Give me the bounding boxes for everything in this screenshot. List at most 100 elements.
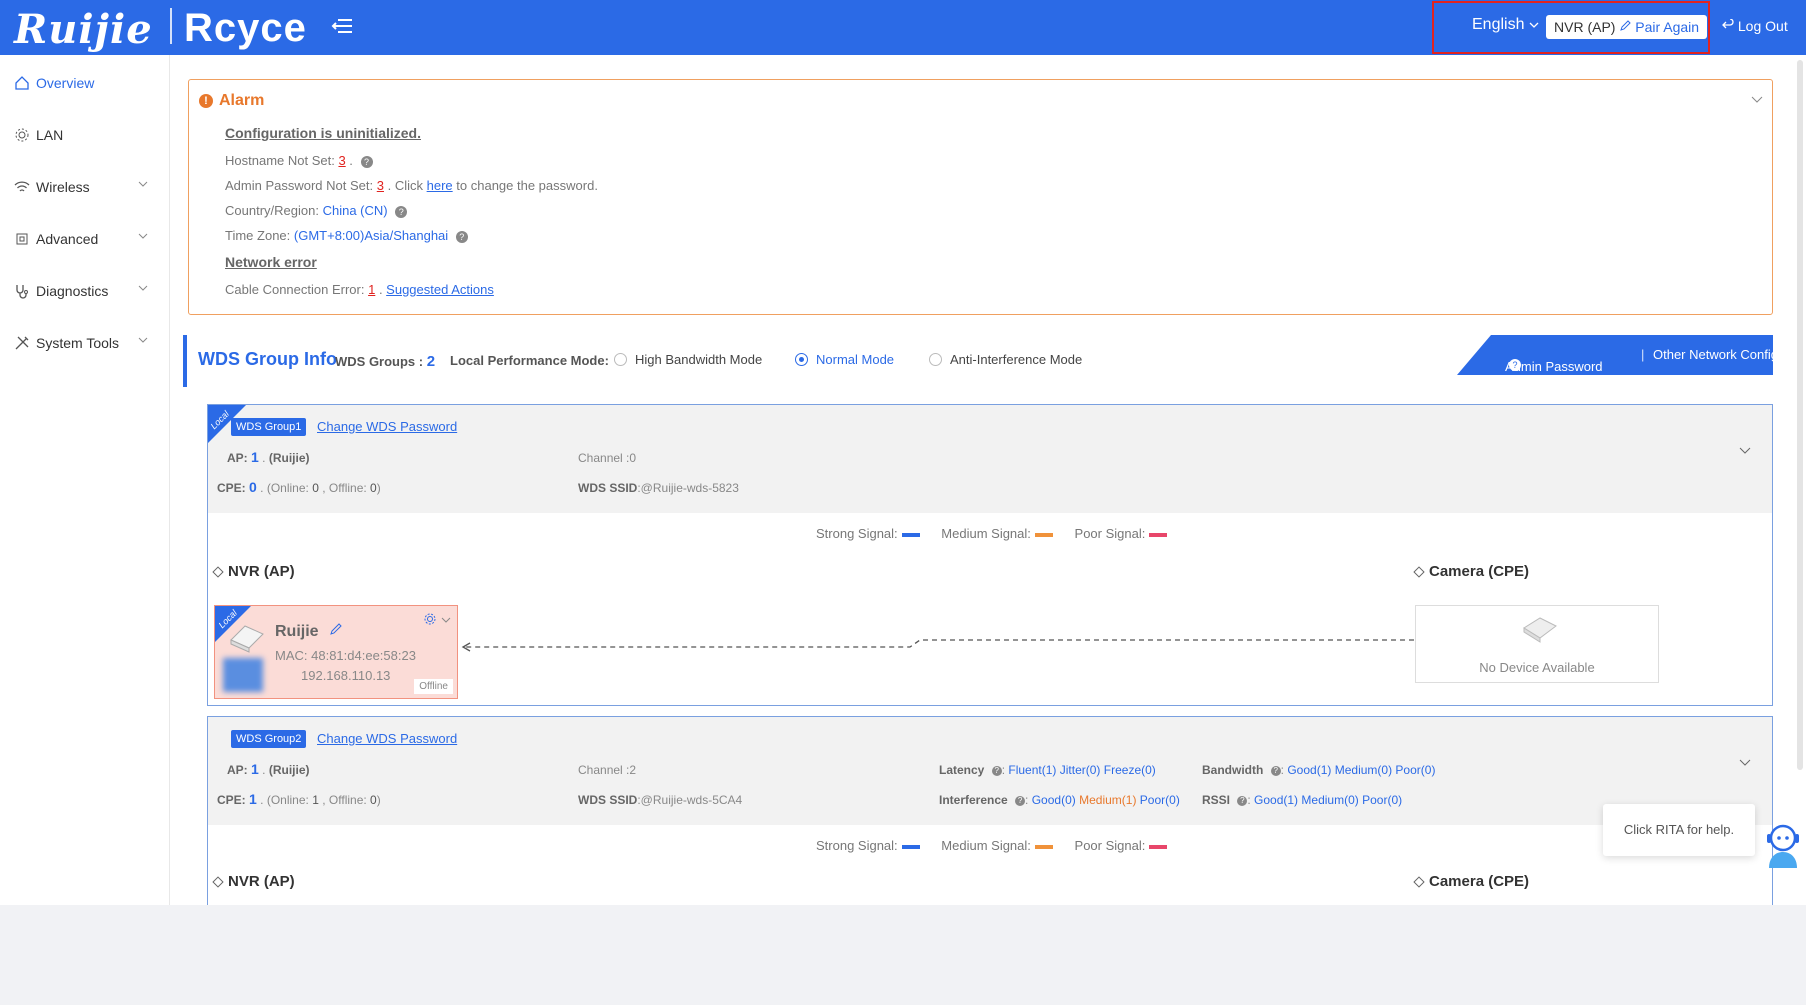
admin-count-link[interactable]: 3 bbox=[377, 178, 384, 193]
radio-high-bandwidth[interactable]: High Bandwidth Mode bbox=[614, 352, 762, 367]
offline-label: , Offline: bbox=[322, 481, 367, 495]
top-header: Ruijie Rcyce English NVR (AP) Pair Again… bbox=[0, 0, 1806, 55]
hostname-count-link[interactable]: 3 bbox=[338, 153, 345, 168]
config-uninitialized-heading: Configuration is uninitialized. bbox=[225, 125, 421, 141]
device-name: Ruijie bbox=[275, 622, 343, 641]
admin-password-alert: Admin Password Not Set: 3 . Click here t… bbox=[225, 178, 598, 193]
ssid-value: :@Ruijie-wds-5823 bbox=[637, 481, 739, 495]
sidebar-item-label: Overview bbox=[36, 75, 95, 91]
logout-button[interactable]: Log Out bbox=[1722, 18, 1788, 34]
cable-count-link[interactable]: 1 bbox=[368, 282, 375, 297]
hostname-alert: Hostname Not Set: 3 . ? bbox=[225, 153, 373, 168]
help-icon[interactable]: ? bbox=[455, 230, 468, 243]
timezone-label: Time Zone: bbox=[225, 228, 291, 243]
change-wds-password-link[interactable]: Change WDS Password bbox=[317, 731, 457, 746]
interference-label: Interference bbox=[939, 793, 1008, 807]
interference-medium: Medium(1) bbox=[1079, 793, 1137, 807]
rita-help-tooltip: Click RITA for help. bbox=[1603, 804, 1755, 856]
radio-label: Anti-Interference Mode bbox=[950, 352, 1083, 367]
radio-label: High Bandwidth Mode bbox=[635, 352, 763, 367]
diamond-icon bbox=[212, 565, 224, 578]
scrollbar[interactable] bbox=[1797, 60, 1803, 770]
cable-label: Cable Connection Error: bbox=[225, 282, 365, 297]
device-ip: 192.168.110.13 bbox=[301, 668, 391, 683]
change-wds-password-link[interactable]: Change WDS Password bbox=[317, 419, 457, 434]
sidebar-item-overview[interactable]: Overview bbox=[14, 71, 154, 95]
help-icon[interactable]: ? bbox=[1015, 795, 1026, 806]
tab-separator: | bbox=[1641, 347, 1645, 362]
legend-poor-swatch bbox=[1149, 844, 1168, 849]
rita-assistant-icon[interactable] bbox=[1764, 822, 1802, 868]
wds-groups-label: WDS Groups : bbox=[335, 354, 424, 369]
bandwidth-poor: Poor(0) bbox=[1395, 763, 1436, 777]
sidebar-item-label: Wireless bbox=[36, 179, 90, 195]
logout-label: Log Out bbox=[1737, 18, 1788, 34]
chevron-down-icon[interactable] bbox=[1738, 445, 1752, 455]
legend-medium-swatch bbox=[1034, 844, 1053, 849]
pair-again-button[interactable]: Pair Again bbox=[1619, 19, 1699, 35]
language-dropdown[interactable]: English bbox=[1472, 16, 1539, 34]
wds-group-info-bar: WDS Group Info WDS Groups : 2 Local Perf… bbox=[183, 335, 1773, 387]
sidebar-item-system-tools[interactable]: System Tools bbox=[14, 331, 154, 355]
mac-value: 48:81:d4:ee:58:23 bbox=[311, 648, 416, 663]
sidebar-item-diagnostics[interactable]: Diagnostics bbox=[14, 279, 154, 303]
legend-medium-label: Medium Signal: bbox=[941, 838, 1031, 853]
group-header: Local WDS Group1 Change WDS Password AP:… bbox=[208, 405, 1772, 513]
ap-label: AP: bbox=[227, 763, 248, 777]
wds-group-2-panel: WDS Group2 Change WDS Password AP: 1 . (… bbox=[207, 716, 1773, 905]
ap-role-heading: NVR (AP) bbox=[212, 873, 295, 890]
latency-label: Latency bbox=[939, 763, 985, 777]
help-icon[interactable]: ? bbox=[991, 765, 1002, 776]
ap-role-heading: NVR (AP) bbox=[212, 563, 295, 580]
timezone-alert: Time Zone: (GMT+8:00)Asia/Shanghai ? bbox=[225, 228, 468, 243]
change-password-link[interactable]: here bbox=[427, 178, 453, 193]
ap-device-card[interactable]: Local Ruijie MAC: 48:81:d4:ee:58:23 192.… bbox=[214, 605, 458, 699]
other-network-config-button[interactable]: Other Network Config bbox=[1653, 347, 1773, 362]
wifi-icon bbox=[14, 181, 30, 192]
menu-collapse-icon[interactable] bbox=[330, 14, 354, 38]
cpe-role-text: Camera (CPE) bbox=[1429, 563, 1530, 580]
alarm-title-text: Alarm bbox=[219, 92, 265, 109]
diamond-icon bbox=[1413, 565, 1425, 578]
online-label: (Online: bbox=[266, 793, 309, 807]
ap-count: 1 bbox=[251, 449, 259, 465]
offline-count: 0 bbox=[370, 793, 377, 807]
sidebar-item-lan[interactable]: LAN bbox=[14, 123, 154, 147]
help-icon[interactable]: ? bbox=[1237, 795, 1248, 806]
country-value[interactable]: China (CN) bbox=[323, 203, 388, 218]
rssi-poor: Poor(0) bbox=[1362, 793, 1403, 807]
hostname-label: Hostname Not Set: bbox=[225, 153, 335, 168]
suggested-actions-link[interactable]: Suggested Actions bbox=[386, 282, 494, 297]
ap-brand: (Ruijie) bbox=[268, 451, 310, 465]
sidebar-item-advanced[interactable]: Advanced bbox=[14, 227, 154, 251]
edit-icon[interactable] bbox=[329, 622, 343, 636]
chevron-down-icon[interactable] bbox=[1738, 757, 1752, 767]
alarm-panel: ! Alarm Configuration is uninitialized. … bbox=[188, 79, 1773, 315]
online-label: (Online: bbox=[266, 481, 309, 495]
legend-strong-swatch bbox=[901, 532, 920, 537]
chevron-down-icon[interactable] bbox=[441, 616, 451, 624]
tools-icon bbox=[15, 336, 29, 350]
gear-icon[interactable] bbox=[423, 612, 437, 626]
timezone-value[interactable]: (GMT+8:00)Asia/Shanghai bbox=[294, 228, 448, 243]
wds-group-badge: WDS Group1 bbox=[231, 418, 307, 436]
sidebar-item-wireless[interactable]: Wireless bbox=[14, 175, 154, 199]
legend-poor-label: Poor Signal: bbox=[1074, 838, 1146, 853]
help-icon: ? bbox=[1509, 359, 1521, 371]
legend-medium-swatch bbox=[1034, 532, 1053, 537]
warning-icon: ! bbox=[199, 94, 213, 108]
radio-normal-mode[interactable]: Normal Mode bbox=[795, 352, 894, 367]
sidebar: Overview LAN Wireless Advanced Diagnosti… bbox=[0, 55, 170, 905]
no-device-text: No Device Available bbox=[1479, 660, 1595, 675]
radio-anti-interference[interactable]: Anti-Interference Mode bbox=[929, 352, 1082, 367]
bandwidth-good: Good(1) bbox=[1287, 763, 1332, 777]
help-icon[interactable]: ? bbox=[360, 155, 373, 168]
help-icon[interactable]: ? bbox=[1270, 765, 1281, 776]
help-icon[interactable]: ? bbox=[395, 205, 408, 218]
chevron-down-icon[interactable] bbox=[1750, 94, 1764, 104]
cpe-label: CPE: bbox=[217, 793, 246, 807]
connection-line bbox=[461, 639, 1414, 652]
chevron-down-icon bbox=[138, 233, 148, 239]
bandwidth-stats: Bandwidth ?: Good(1) Medium(0) Poor(0) bbox=[1202, 763, 1436, 777]
status-badge: Offline bbox=[414, 679, 453, 694]
